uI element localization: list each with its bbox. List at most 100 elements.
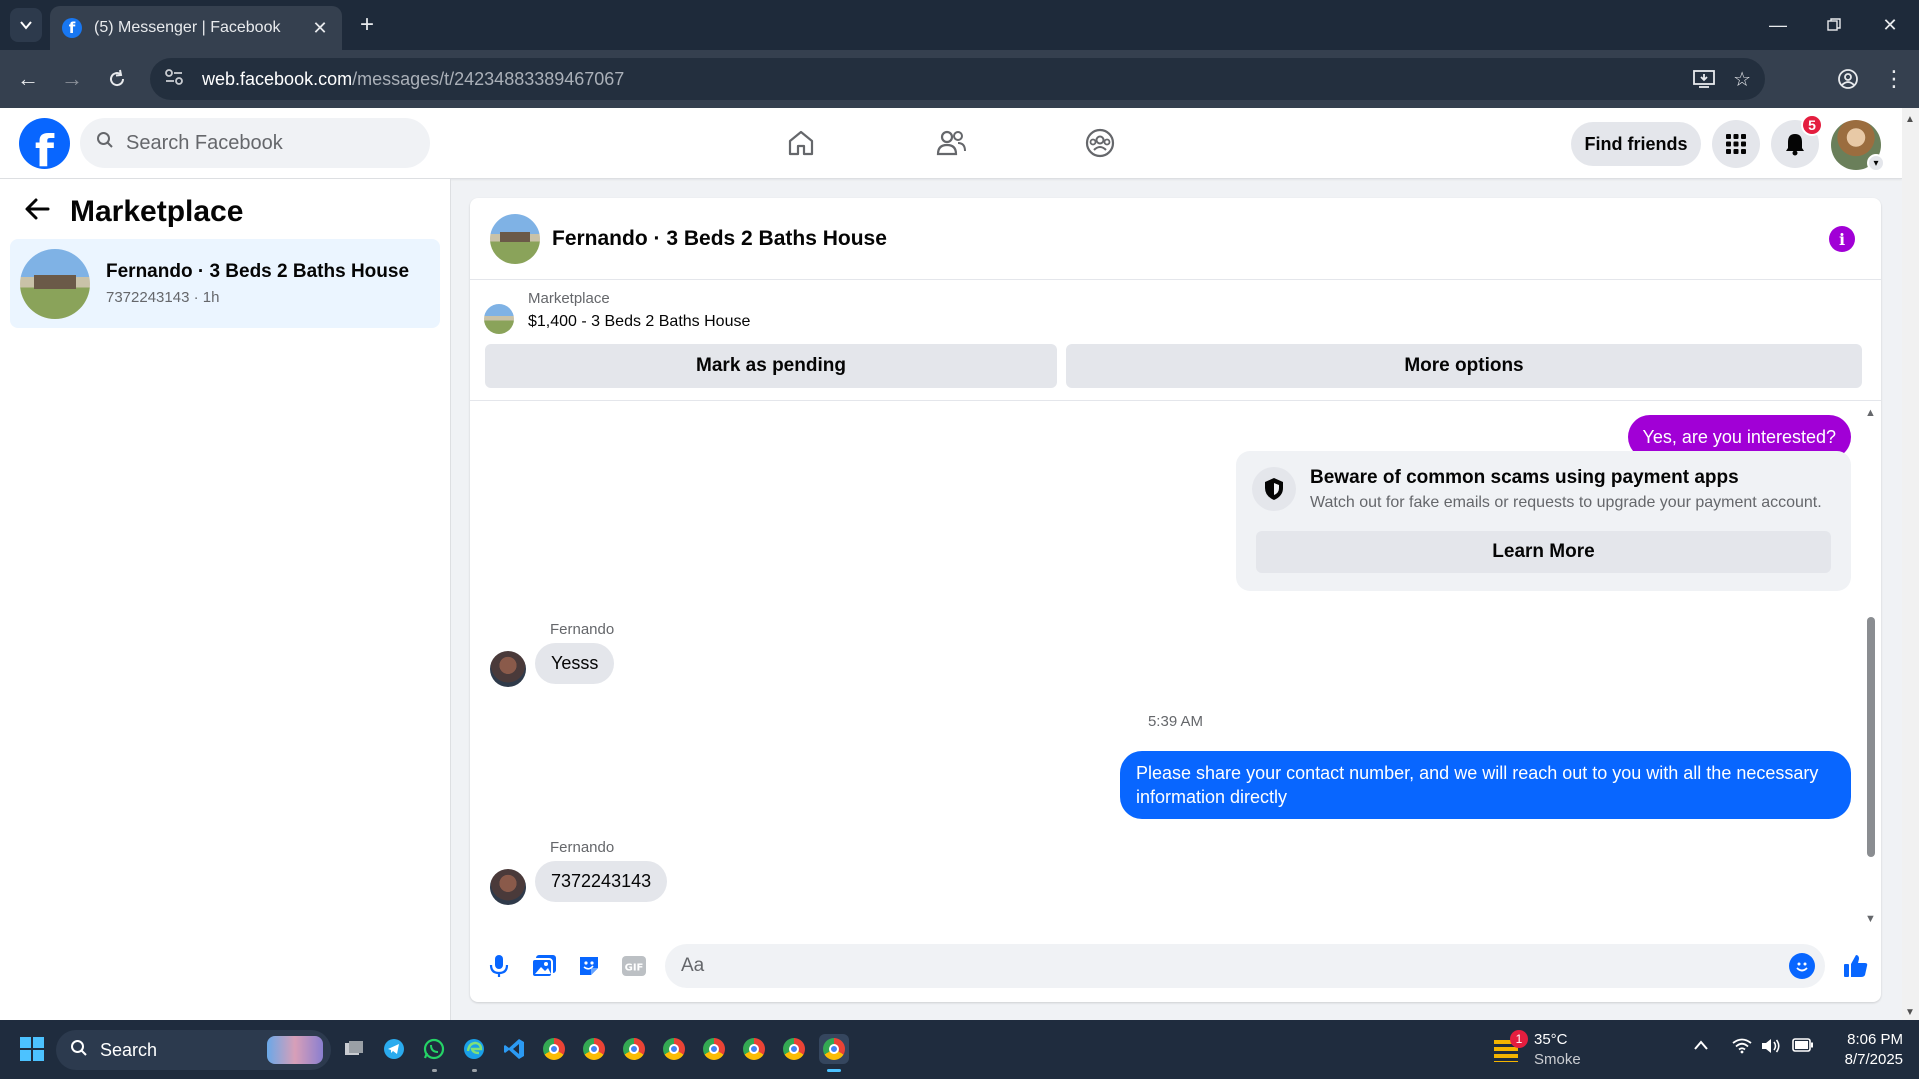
weather-badge: 1 bbox=[1510, 1030, 1528, 1048]
incoming-message[interactable]: Yesss bbox=[535, 643, 615, 684]
scroll-down-arrow-icon[interactable]: ▼ bbox=[1905, 1007, 1915, 1018]
clock-date: 8/7/2025 bbox=[1844, 1051, 1903, 1068]
windows-taskbar: Search 1 35°C Smoke 8:06 PM 8/7/2025 bbox=[0, 1020, 1919, 1079]
learn-more-button[interactable]: Learn More bbox=[1256, 531, 1831, 573]
battery-icon[interactable] bbox=[1792, 1038, 1814, 1057]
notifications-button[interactable]: 5 bbox=[1771, 114, 1823, 168]
new-tab-button[interactable]: + bbox=[352, 10, 382, 40]
facebook-logo-icon[interactable]: f bbox=[19, 118, 70, 169]
sender-avatar[interactable] bbox=[490, 869, 526, 905]
edge-icon[interactable] bbox=[459, 1034, 489, 1072]
svg-text:GIF: GIF bbox=[625, 963, 644, 974]
weather-widget[interactable]: 1 35°C Smoke bbox=[1490, 1030, 1581, 1070]
sender-name: Fernando bbox=[550, 839, 615, 856]
conversation-name: Fernando · 3 Beds 2 Baths House bbox=[106, 261, 410, 282]
install-app-icon[interactable] bbox=[1693, 58, 1715, 100]
chat-listing-thumbnail[interactable] bbox=[490, 213, 540, 264]
volume-icon[interactable] bbox=[1761, 1038, 1781, 1059]
wifi-icon[interactable] bbox=[1732, 1038, 1752, 1059]
task-view-icon[interactable] bbox=[339, 1034, 369, 1064]
back-button[interactable]: ← bbox=[13, 64, 43, 94]
shield-icon bbox=[1252, 467, 1296, 511]
tab-close-icon[interactable]: ✕ bbox=[310, 18, 330, 39]
home-icon bbox=[788, 130, 814, 156]
url-path: /messages/t/24234883389467067 bbox=[352, 68, 625, 89]
bookmark-star-icon[interactable]: ☆ bbox=[1733, 58, 1751, 100]
conversation-preview: 7372243143 · 1h bbox=[106, 289, 220, 306]
gif-icon[interactable]: GIF bbox=[618, 950, 650, 982]
scroll-down-arrow-icon[interactable]: ▼ bbox=[1865, 913, 1876, 925]
message-input[interactable]: Aa bbox=[665, 944, 1825, 988]
outgoing-message[interactable]: Please share your contact number, and we… bbox=[1120, 751, 1851, 819]
minimize-button[interactable]: — bbox=[1750, 0, 1806, 50]
groups-icon bbox=[1085, 128, 1115, 158]
chevron-up-icon[interactable] bbox=[1693, 1038, 1709, 1056]
weather-condition: Smoke bbox=[1534, 1051, 1581, 1068]
vscode-icon[interactable] bbox=[499, 1034, 529, 1064]
chrome-profile-icon[interactable] bbox=[619, 1034, 649, 1064]
reload-button[interactable] bbox=[102, 64, 132, 94]
groups-nav-button[interactable] bbox=[1070, 118, 1130, 168]
chevron-down-icon: ▾ bbox=[1867, 154, 1885, 172]
sender-avatar[interactable] bbox=[490, 651, 526, 687]
message-composer: GIF Aa bbox=[470, 936, 1881, 996]
chat-title[interactable]: Fernando · 3 Beds 2 Baths House bbox=[552, 227, 887, 251]
more-options-button[interactable]: More options bbox=[1066, 344, 1862, 388]
site-info-icon[interactable] bbox=[164, 68, 192, 91]
chrome-active-icon[interactable] bbox=[819, 1034, 849, 1072]
find-friends-button[interactable]: Find friends bbox=[1571, 122, 1701, 166]
taskbar-search-label: Search bbox=[100, 1039, 158, 1060]
account-avatar[interactable]: ▾ bbox=[1831, 120, 1885, 172]
listing-thumbnail bbox=[20, 248, 90, 319]
emoji-icon[interactable] bbox=[1789, 953, 1815, 979]
chat-header: Fernando · 3 Beds 2 Baths House i bbox=[470, 198, 1881, 280]
scroll-up-arrow-icon[interactable]: ▲ bbox=[1865, 407, 1876, 419]
chrome-profile-icon[interactable] bbox=[659, 1034, 689, 1064]
restore-button[interactable] bbox=[1806, 0, 1862, 50]
taskbar-search[interactable]: Search bbox=[56, 1030, 331, 1070]
chrome-profile-icon[interactable] bbox=[779, 1034, 809, 1064]
telegram-icon[interactable] bbox=[379, 1034, 409, 1064]
info-icon[interactable]: i bbox=[1829, 226, 1855, 252]
chrome-profile-icon[interactable] bbox=[739, 1034, 769, 1064]
profile-icon[interactable] bbox=[1833, 64, 1863, 94]
facebook-search-input[interactable]: Search Facebook bbox=[80, 118, 430, 168]
bell-icon bbox=[1786, 134, 1804, 156]
home-nav-button[interactable] bbox=[771, 118, 831, 168]
windows-start-icon[interactable] bbox=[20, 1037, 44, 1061]
chrome-icon[interactable] bbox=[539, 1034, 569, 1064]
incoming-message[interactable]: 7372243143 bbox=[535, 861, 668, 902]
listing-small-thumbnail bbox=[484, 304, 514, 334]
facebook-header: f Search Facebook Find friends 5 ▾ bbox=[0, 108, 1902, 179]
menu-button[interactable] bbox=[1712, 120, 1760, 168]
conversation-item[interactable]: Fernando · 3 Beds 2 Baths House 73722431… bbox=[10, 239, 440, 328]
scrollbar-thumb[interactable] bbox=[1867, 617, 1875, 857]
sticker-icon[interactable] bbox=[573, 950, 605, 982]
close-window-button[interactable]: ✕ bbox=[1862, 0, 1918, 50]
back-arrow-icon[interactable] bbox=[24, 196, 50, 228]
mark-as-pending-button[interactable]: Mark as pending bbox=[485, 344, 1057, 388]
message-scrollbar[interactable]: ▲ ▼ bbox=[1865, 407, 1877, 925]
panel-title: Marketplace bbox=[70, 195, 244, 228]
scroll-up-arrow-icon[interactable]: ▲ bbox=[1905, 114, 1915, 125]
microphone-icon[interactable] bbox=[483, 950, 515, 982]
listing-source-label: Marketplace bbox=[528, 290, 610, 307]
page-scrollbar[interactable]: ▲ ▼ bbox=[1902, 108, 1919, 1020]
chrome-profile-icon[interactable] bbox=[699, 1034, 729, 1064]
sender-name: Fernando bbox=[550, 621, 615, 638]
facebook-favicon-icon: f bbox=[62, 18, 82, 38]
browser-tab[interactable]: f (5) Messenger | Facebook ✕ bbox=[50, 6, 342, 50]
taskbar-clock[interactable]: 8:06 PM 8/7/2025 bbox=[1845, 1030, 1903, 1070]
search-placeholder: Search Facebook bbox=[126, 131, 283, 154]
browser-menu-icon[interactable]: ⋮ bbox=[1879, 64, 1909, 94]
forward-button[interactable]: → bbox=[57, 64, 87, 94]
friends-nav-button[interactable] bbox=[921, 118, 981, 168]
whatsapp-icon[interactable] bbox=[419, 1034, 449, 1072]
chrome-profile-icon[interactable] bbox=[579, 1034, 609, 1064]
listing-summary[interactable]: Marketplace $1,400 - 3 Beds 2 Baths Hous… bbox=[484, 290, 750, 334]
tab-search-button[interactable] bbox=[10, 8, 42, 42]
photo-icon[interactable] bbox=[528, 950, 560, 982]
thumbs-up-icon[interactable] bbox=[1840, 950, 1872, 982]
address-bar[interactable]: web.facebook.com/messages/t/242348833894… bbox=[150, 58, 1765, 100]
scam-warning-description: Watch out for fake emails or requests to… bbox=[1310, 494, 1822, 511]
